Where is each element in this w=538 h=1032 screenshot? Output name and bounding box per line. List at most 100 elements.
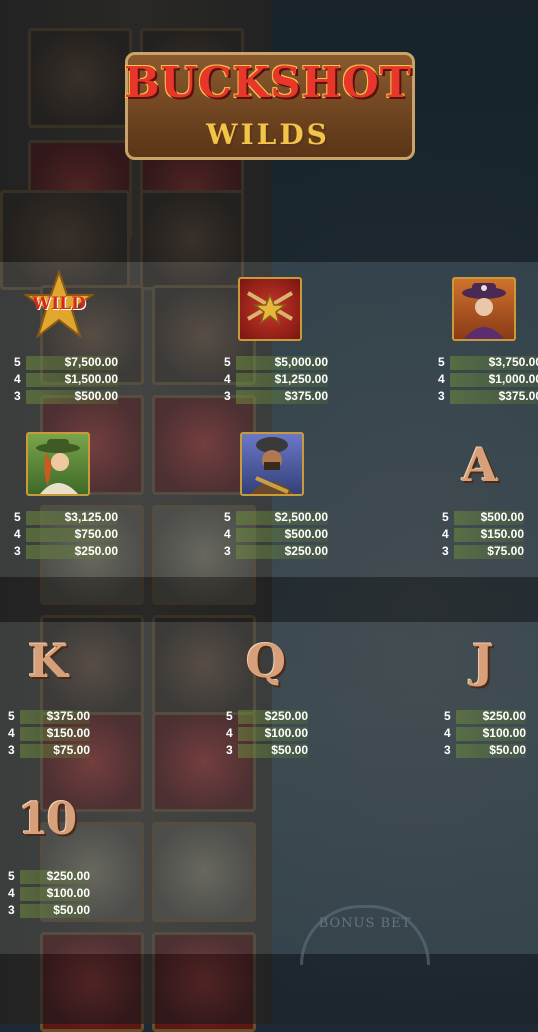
pay-value: $150.00 bbox=[46, 726, 90, 740]
ten-symbol: 10 bbox=[18, 794, 77, 845]
pay-value: $1,000.00 bbox=[488, 372, 538, 386]
ace-symbol: A bbox=[462, 438, 498, 492]
pay-value: $1,500.00 bbox=[64, 372, 118, 386]
bandit-symbol bbox=[240, 432, 304, 496]
pay-value: $500.00 bbox=[74, 389, 118, 403]
paytable-skull-outlaw: 5 $3,750.00 4 $1,000.00 3 $375.00 bbox=[438, 354, 538, 405]
wild-symbol: WILD bbox=[22, 268, 96, 344]
pay-value: $250.00 bbox=[46, 869, 90, 883]
paytable-king: 5 $375.00 4 $150.00 3 $75.00 bbox=[8, 708, 90, 759]
pay-value: $100.00 bbox=[482, 726, 526, 740]
logo-title: BUCKSHOT bbox=[124, 58, 412, 107]
paytable-bandit: 5 $2,500.00 4 $500.00 3 $250.00 bbox=[224, 509, 328, 560]
bonus-bet-text: BONUS BET bbox=[318, 916, 412, 931]
pay-row: 3 $375.00 bbox=[224, 388, 328, 405]
pay-row: 5 $3,750.00 bbox=[438, 354, 538, 371]
pay-count: 5 bbox=[8, 869, 15, 883]
pay-count: 5 bbox=[14, 355, 21, 369]
sheriff-badge-icon bbox=[246, 291, 294, 325]
pay-value: $2,500.00 bbox=[274, 510, 328, 524]
paytable-sheriff-badge: 5 $5,000.00 4 $1,250.00 3 $375.00 bbox=[224, 354, 328, 405]
pay-count: 4 bbox=[14, 527, 21, 541]
pay-row: 4 $100.00 bbox=[444, 725, 526, 742]
pay-count: 4 bbox=[224, 527, 231, 541]
pay-row: 3 $50.00 bbox=[8, 902, 90, 919]
pay-row: 5 $3,125.00 bbox=[14, 509, 118, 526]
pay-count: 4 bbox=[442, 527, 449, 541]
pay-count: 3 bbox=[14, 389, 21, 403]
pay-count: 5 bbox=[438, 355, 445, 369]
pay-value: $3,750.00 bbox=[488, 355, 538, 369]
cowgirl-portrait-icon bbox=[36, 439, 80, 494]
pay-value: $3,125.00 bbox=[64, 510, 118, 524]
pay-count: 3 bbox=[224, 544, 231, 558]
paytable-ten: 5 $250.00 4 $100.00 3 $50.00 bbox=[8, 868, 90, 919]
pay-value: $250.00 bbox=[284, 544, 328, 558]
pay-row: 5 $250.00 bbox=[8, 868, 90, 885]
pay-row: 5 $375.00 bbox=[8, 708, 90, 725]
pay-row: 5 $2,500.00 bbox=[224, 509, 328, 526]
logo-subtitle: WILDS bbox=[206, 118, 330, 151]
pay-count: 4 bbox=[226, 726, 233, 740]
pay-count: 5 bbox=[8, 709, 15, 723]
pay-count: 4 bbox=[8, 886, 15, 900]
pay-row: 3 $50.00 bbox=[444, 742, 526, 759]
pay-count: 5 bbox=[226, 709, 233, 723]
pay-value: $50.00 bbox=[271, 743, 308, 757]
pay-count: 4 bbox=[444, 726, 451, 740]
pay-value: $500.00 bbox=[284, 527, 328, 541]
paytable-wild: 5 $7,500.00 4 $1,500.00 3 $500.00 bbox=[14, 354, 118, 405]
pay-value: $250.00 bbox=[482, 709, 526, 723]
pay-value: $75.00 bbox=[487, 544, 524, 558]
pay-row: 4 $100.00 bbox=[8, 885, 90, 902]
pay-row: 5 $5,000.00 bbox=[224, 354, 328, 371]
pay-row: 5 $500.00 bbox=[442, 509, 524, 526]
pay-value: $250.00 bbox=[264, 709, 308, 723]
cowgirl-symbol bbox=[26, 432, 90, 496]
pay-value: $500.00 bbox=[480, 510, 524, 524]
pay-value: $100.00 bbox=[264, 726, 308, 740]
paytable-ace: 5 $500.00 4 $150.00 3 $75.00 bbox=[442, 509, 524, 560]
king-symbol: K bbox=[28, 634, 68, 688]
pay-value: $375.00 bbox=[498, 389, 538, 403]
pay-row: 3 $250.00 bbox=[14, 543, 118, 560]
pay-count: 4 bbox=[438, 372, 445, 386]
pay-row: 4 $150.00 bbox=[8, 725, 90, 742]
queen-symbol: Q bbox=[246, 634, 287, 688]
pay-value: $150.00 bbox=[480, 527, 524, 541]
pay-count: 5 bbox=[444, 709, 451, 723]
pay-row: 4 $1,000.00 bbox=[438, 371, 538, 388]
pay-row: 3 $250.00 bbox=[224, 543, 328, 560]
overlay-band bbox=[0, 954, 538, 1024]
pay-row: 4 $500.00 bbox=[224, 526, 328, 543]
pay-value: $250.00 bbox=[74, 544, 118, 558]
paytable-jack: 5 $250.00 4 $100.00 3 $50.00 bbox=[444, 708, 526, 759]
pay-count: 3 bbox=[444, 743, 451, 757]
pay-value: $50.00 bbox=[489, 743, 526, 757]
pay-count: 3 bbox=[438, 389, 445, 403]
pay-count: 5 bbox=[224, 510, 231, 524]
sheriff-badge-symbol bbox=[238, 277, 302, 341]
pay-row: 5 $250.00 bbox=[444, 708, 526, 725]
pay-value: $50.00 bbox=[53, 903, 90, 917]
pay-row: 4 $750.00 bbox=[14, 526, 118, 543]
bandit-portrait-icon bbox=[250, 437, 294, 494]
pay-value: $750.00 bbox=[74, 527, 118, 541]
pay-count: 3 bbox=[8, 903, 15, 917]
pay-value: $375.00 bbox=[284, 389, 328, 403]
pay-count: 3 bbox=[14, 544, 21, 558]
pay-value: $5,000.00 bbox=[274, 355, 328, 369]
pay-count: 3 bbox=[8, 743, 15, 757]
jack-symbol: J bbox=[472, 634, 494, 688]
pay-count: 5 bbox=[14, 510, 21, 524]
overlay-band bbox=[0, 577, 538, 622]
pay-row: 5 $250.00 bbox=[226, 708, 308, 725]
skull-outlaw-symbol bbox=[452, 277, 516, 341]
paytable-cowgirl: 5 $3,125.00 4 $750.00 3 $250.00 bbox=[14, 509, 118, 560]
game-logo: BUCKSHOT WILDS bbox=[103, 40, 433, 168]
outlaw-portrait-icon bbox=[462, 283, 506, 339]
pay-row: 3 $375.00 bbox=[438, 388, 538, 405]
pay-row: 3 $75.00 bbox=[442, 543, 524, 560]
pay-count: 4 bbox=[8, 726, 15, 740]
pay-value: $7,500.00 bbox=[64, 355, 118, 369]
